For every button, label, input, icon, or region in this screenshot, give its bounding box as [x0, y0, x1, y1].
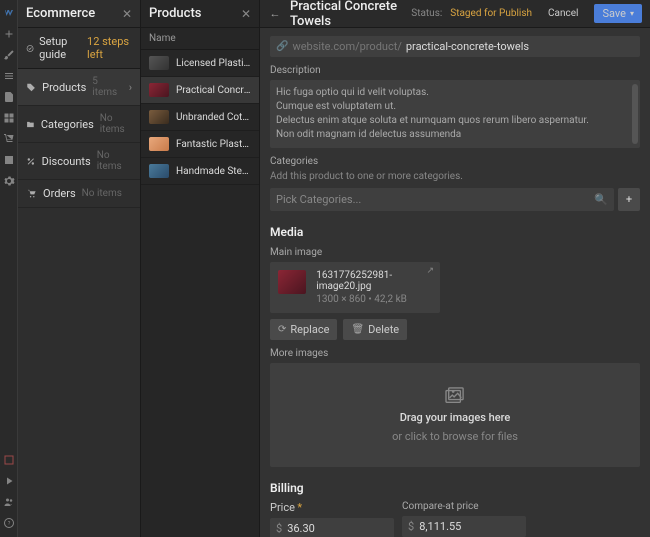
compare-price-input[interactable]: $8,111.55: [402, 516, 526, 537]
products-header: Products ✕: [141, 0, 259, 28]
svg-text:?: ?: [7, 521, 10, 527]
image-dropzone[interactable]: Drag your images here or click to browse…: [270, 363, 640, 467]
compare-price-label: Compare-at price: [402, 501, 526, 512]
webflow-logo-icon[interactable]: [2, 6, 15, 19]
percent-icon: [26, 156, 36, 167]
product-row[interactable]: Practical Concrete To...: [141, 77, 259, 104]
image-preview[interactable]: [278, 270, 306, 294]
users-icon[interactable]: [2, 495, 15, 508]
product-thumb: [149, 137, 169, 151]
product-row[interactable]: Unbranded Cotton Car: [141, 104, 259, 131]
cancel-button[interactable]: Cancel: [540, 5, 586, 22]
video-icon[interactable]: [2, 474, 15, 487]
ecommerce-icon[interactable]: [2, 132, 15, 145]
editor-body: 🔗 website.com/product/practical-concrete…: [260, 28, 650, 537]
ecommerce-title: Ecommerce: [26, 6, 122, 21]
help-icon[interactable]: ?: [2, 516, 15, 529]
save-button[interactable]: Save▾: [594, 4, 642, 23]
main-image-label: Main image: [270, 247, 640, 258]
left-rail: ?: [0, 0, 18, 537]
cart-icon: [26, 188, 37, 199]
product-thumb: [149, 83, 169, 97]
brush-icon[interactable]: [2, 48, 15, 61]
back-button[interactable]: ←: [268, 7, 282, 21]
images-icon: [444, 387, 466, 405]
column-header-name: Name: [141, 28, 259, 50]
product-row[interactable]: Fantastic Plastic Chair: [141, 131, 259, 158]
chevron-right-icon: ›: [129, 81, 132, 94]
pages-icon[interactable]: [2, 90, 15, 103]
product-row[interactable]: Handmade Steel Fish: [141, 158, 259, 185]
setup-steps: 12 steps left: [87, 35, 132, 61]
product-thumb: [149, 164, 169, 178]
image-filename: 1631776252981-image20.jpg: [316, 270, 432, 292]
chevron-down-icon: ▾: [630, 9, 634, 18]
products-panel: Products ✕ Name Licensed Plastic Bike Pr…: [141, 0, 260, 537]
cms-icon[interactable]: [2, 111, 15, 124]
slug-field[interactable]: 🔗 website.com/product/practical-concrete…: [270, 36, 640, 57]
nav-discounts[interactable]: Discounts No items: [18, 143, 140, 180]
search-icon: 🔍: [594, 193, 608, 206]
setup-guide-row[interactable]: Setup guide 12 steps left: [18, 28, 140, 69]
audit-icon[interactable]: [2, 453, 15, 466]
description-textarea[interactable]: Hic fuga optio qui id velit voluptas. Cu…: [270, 80, 640, 148]
delete-button[interactable]: 🗑Delete: [343, 319, 407, 340]
add-category-button[interactable]: +: [618, 188, 640, 211]
media-section-title: Media: [270, 225, 640, 239]
price-label: Price *: [270, 501, 394, 514]
layers-icon[interactable]: [2, 69, 15, 82]
product-name-title: Practical Concrete Towels: [290, 0, 403, 29]
billing-section-title: Billing: [270, 481, 640, 495]
categories-picker[interactable]: Pick Categories... 🔍: [270, 188, 614, 211]
nav-orders[interactable]: Orders No items: [18, 180, 140, 208]
status-badge: Staged for Publish: [450, 8, 532, 19]
open-icon[interactable]: ↗: [426, 266, 434, 276]
main-image-card: 1631776252981-image20.jpg 1300 × 860 • 4…: [270, 262, 440, 313]
products-title: Products: [149, 6, 241, 21]
more-images-label: More images: [270, 348, 640, 359]
trash-icon: 🗑: [351, 324, 364, 335]
nav-products[interactable]: Products 5 items ›: [18, 69, 140, 106]
editor-header: ← Practical Concrete Towels Status: Stag…: [260, 0, 650, 28]
refresh-icon: ⟳: [278, 324, 286, 335]
categories-label: Categories: [270, 156, 640, 167]
product-thumb: [149, 110, 169, 124]
ecommerce-panel: Ecommerce ✕ Setup guide 12 steps left Pr…: [18, 0, 141, 537]
product-thumb: [149, 56, 169, 70]
folder-icon: [26, 119, 35, 130]
close-icon[interactable]: ✕: [241, 7, 251, 21]
settings-icon[interactable]: [2, 174, 15, 187]
scrollbar[interactable]: [632, 84, 638, 144]
add-icon[interactable]: [2, 27, 15, 40]
link-icon: 🔗: [276, 41, 288, 52]
image-dimensions: 1300 × 860 • 42,2 kB: [316, 294, 432, 305]
tag-icon: [26, 82, 36, 93]
product-row[interactable]: Licensed Plastic Bike: [141, 50, 259, 77]
description-label: Description: [270, 65, 640, 76]
ecommerce-header: Ecommerce ✕: [18, 0, 140, 28]
price-input[interactable]: $36.30: [270, 518, 394, 537]
check-circle-icon: [26, 43, 34, 54]
replace-button[interactable]: ⟳Replace: [270, 319, 337, 340]
assets-icon[interactable]: [2, 153, 15, 166]
nav-categories[interactable]: Categories No items: [18, 106, 140, 143]
product-editor: ← Practical Concrete Towels Status: Stag…: [260, 0, 650, 537]
close-icon[interactable]: ✕: [122, 7, 132, 21]
setup-label: Setup guide: [39, 35, 82, 61]
categories-hint: Add this product to one or more categori…: [270, 171, 640, 182]
